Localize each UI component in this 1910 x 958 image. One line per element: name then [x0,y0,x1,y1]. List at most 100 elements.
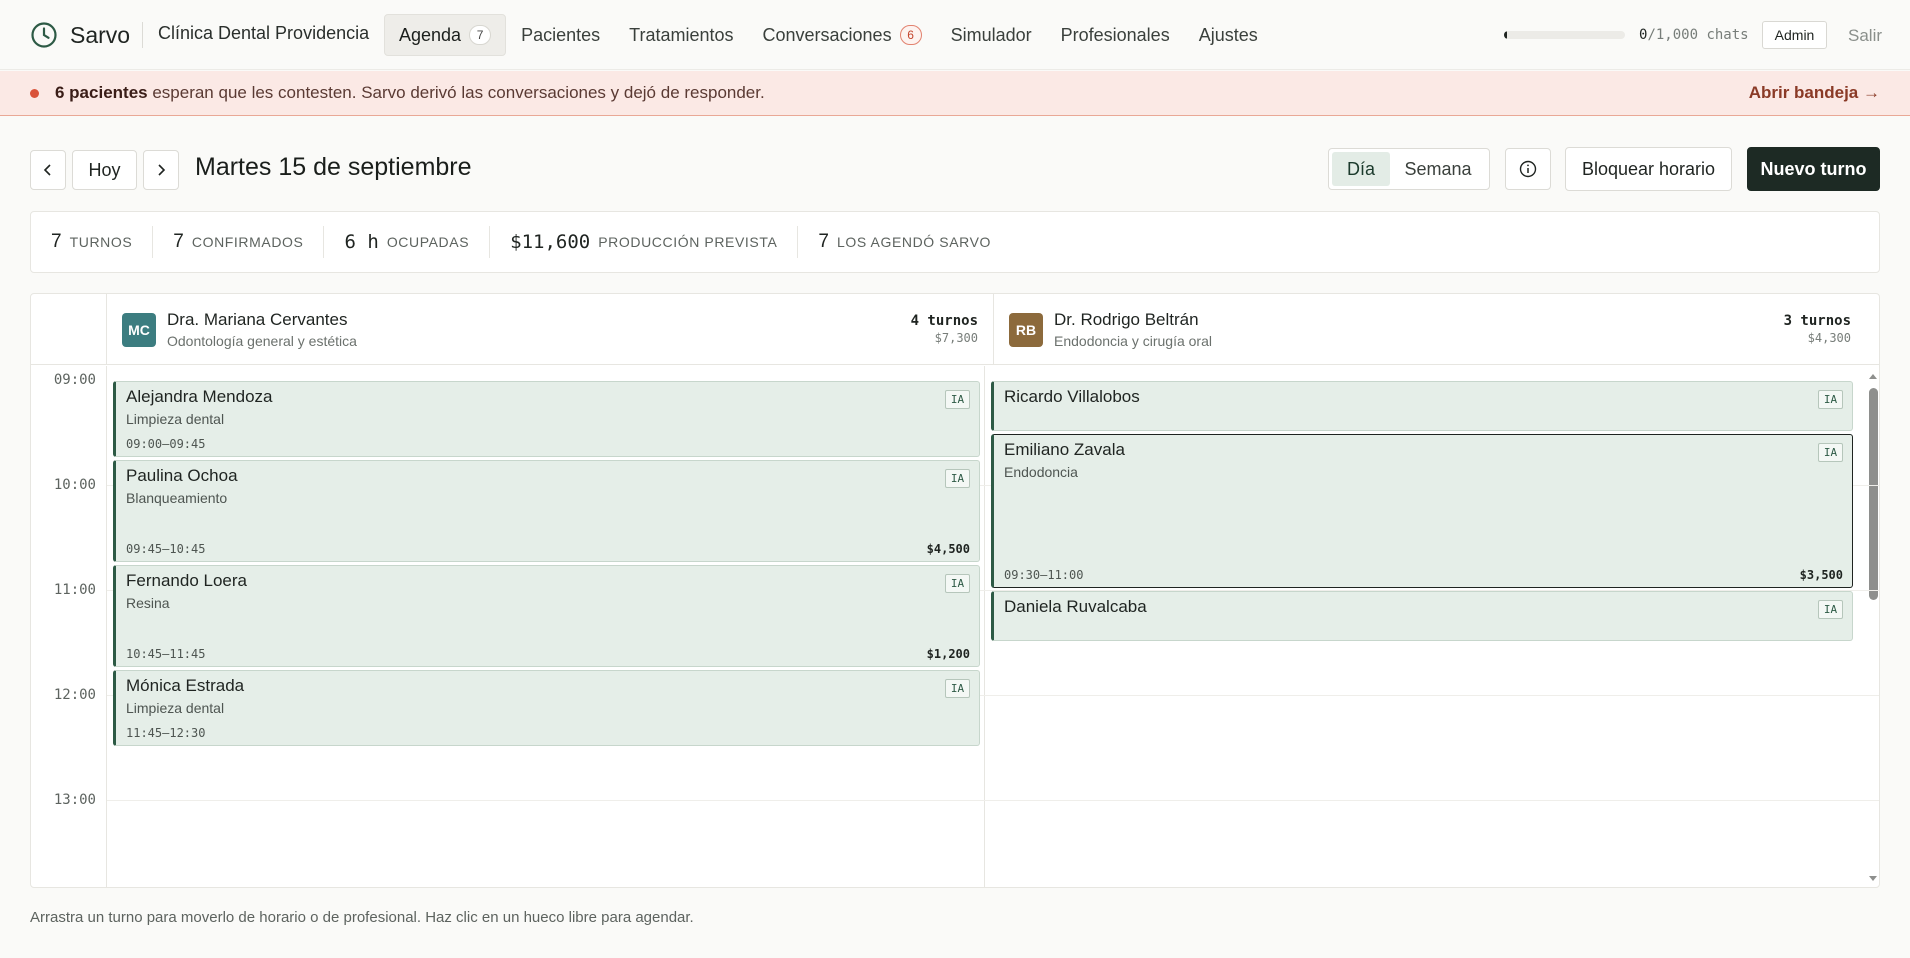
appointment-card[interactable]: Mónica Estrada Limpieza dental 11:45–12:30… [113,669,980,746]
appointment-card[interactable]: Paulina Ochoa Blanqueamiento 09:45–10:45 $4… [113,459,980,562]
patient-name: Emiliano Zavala [1004,439,1125,459]
appointment-card[interactable]: Ricardo Villalobos IA [991,381,1853,431]
ai-scheduled-badge: IA [1818,442,1843,462]
nav-item-label: Tratamientos [629,24,734,45]
banner-message: 6 pacientes esperan que les contesten. S… [55,83,765,102]
appointment-count: 3 turnos [1783,313,1851,329]
appointment-card[interactable]: Emiliano Zavala Endodoncia 09:30–11:00 $3,5… [991,433,1853,588]
appointment-count: 4 turnos [910,313,978,329]
new-appointment-button[interactable]: Nuevo turno [1747,147,1880,191]
view-option-day[interactable]: Día [1332,152,1390,186]
appointment-card[interactable]: Fernando Loera Resina 10:45–11:45 $1,200 IA [113,564,980,667]
nav-item-tratamientos[interactable]: Tratamientos [615,14,747,56]
stat-value: 7 [173,231,184,252]
hour-label: 10:00 [53,477,96,493]
nav-item-simulador[interactable]: Simulador [937,14,1046,56]
next-day-button[interactable] [143,150,179,190]
hour-gridline [107,800,1879,801]
production-amount: $4,300 [1807,331,1851,345]
info-button[interactable] [1505,148,1551,190]
info-icon [1519,160,1537,178]
stat-label: ocupadas [386,234,470,250]
stat-value: 6 h [344,231,379,253]
stat-label: turnos [69,234,133,250]
today-button[interactable]: Hoy [72,150,137,190]
production-amount: $7,300 [934,331,978,345]
logout-link[interactable]: Salir [1848,26,1882,46]
stat-label: producción prevista [598,234,778,250]
prev-day-button[interactable] [30,150,66,190]
professional-header[interactable]: RB Dr. Rodrigo Beltrán Endodoncia y cirugí… [994,294,1866,365]
brand-divider [142,22,143,48]
ai-scheduled-badge: IA [945,678,970,698]
chat-usage: 0/1,000 chats [1504,27,1749,43]
patient-name: Alejandra Mendoza [126,387,273,406]
view-option-week[interactable]: Semana [1390,152,1486,186]
professional-header[interactable]: MC Dra. Mariana Cervantes Odontología gene… [107,294,994,365]
nav-item-ajustes[interactable]: Ajustes [1185,14,1272,56]
nav-item-label: Profesionales [1060,24,1170,45]
time-gutter-header [31,294,107,365]
stat-label: los agendó Sarvo [836,234,992,250]
brand-name: Sarvo [70,21,131,48]
scroll-up-arrow-icon[interactable] [1869,374,1877,379]
brand[interactable]: Sarvo [30,20,130,50]
clinic-name[interactable]: Clínica Dental Providencia [158,23,369,44]
nav-item-label: Conversaciones [762,24,892,45]
treatment-name: Limpieza dental [126,699,225,716]
chat-usage-bar [1504,31,1625,39]
nav-item-agenda[interactable]: Agenda 7 [384,14,507,56]
scroll-down-arrow-icon[interactable] [1869,876,1877,881]
treatment-name: Blanqueamiento [126,489,228,506]
alert-dot-icon [30,89,39,98]
nav-item-pacientes[interactable]: Pacientes [507,14,614,56]
chevron-right-icon [158,164,166,176]
appointment-card[interactable]: Alejandra Mendoza Limpieza dental 09:00–09… [113,381,980,457]
pending-conversations-banner: 6 pacientes esperan que les contesten. S… [0,71,1910,116]
stat-item: $11,600 producción prevista [490,226,799,258]
professional-specialty: Odontología general y estética [167,333,357,349]
appointment-price: $1,200 [926,646,970,661]
professional-specialty: Endodoncia y cirugía oral [1054,333,1212,349]
ai-scheduled-badge: IA [945,468,970,488]
view-switcher: Día Semana [1328,148,1490,190]
ai-scheduled-badge: IA [1818,390,1843,409]
calendar-scrollbar[interactable] [1866,366,1879,887]
nav-count-badge: 6 [899,25,922,45]
stat-label: confirmados [191,234,304,250]
admin-button[interactable]: Admin [1762,21,1827,49]
chat-usage-fill [1504,31,1507,39]
hour-label: 11:00 [53,582,96,598]
nav-item-label: Pacientes [521,24,601,45]
treatment-name: Limpieza dental [126,411,225,427]
ai-scheduled-badge: IA [945,390,970,409]
appointment-time: 09:00–09:45 [126,436,206,451]
clock-logo-icon [31,22,57,48]
stat-item: 7 los agendó Sarvo [798,226,1011,258]
current-date-title: Martes 15 de septiembre [195,153,472,181]
calendar-header: MC Dra. Mariana Cervantes Odontología gene… [31,294,1879,365]
scrollbar-thumb[interactable] [1869,388,1878,600]
professional-name: Dra. Mariana Cervantes [167,310,348,329]
chat-usage-text: 0/1,000 chats [1639,27,1749,43]
hour-column: 09:00 10:00 11:00 12:00 13:00 [31,366,107,887]
appointment-card[interactable]: Daniela Ruvalcaba IA [991,591,1853,641]
treatment-name: Resina [126,594,170,611]
ai-scheduled-badge: IA [945,573,970,593]
avatar: RB [1009,313,1043,347]
block-schedule-button[interactable]: Bloquear horario [1565,147,1732,191]
stat-item: 7 confirmados [153,226,325,258]
patient-name: Fernando Loera [126,570,247,590]
nav-count-badge: 7 [469,25,492,45]
nav-item-label: Agenda [399,24,462,45]
nav-item-conversaciones[interactable]: Conversaciones 6 [749,14,936,56]
patient-name: Daniela Ruvalcaba [1004,597,1147,616]
patient-name: Paulina Ochoa [126,465,238,485]
patient-name: Mónica Estrada [126,675,245,695]
calendar-grid[interactable]: 09:00 10:00 11:00 12:00 13:00 Alejandra Mend… [31,366,1879,887]
open-inbox-link[interactable]: Abrir bandeja → [1749,83,1880,103]
nav-item-profesionales[interactable]: Profesionales [1047,14,1184,56]
top-navigation: Sarvo Clínica Dental Providencia Agenda 7… [0,0,1910,70]
hour-label: 09:00 [53,372,96,388]
professional-name: Dr. Rodrigo Beltrán [1054,310,1199,329]
